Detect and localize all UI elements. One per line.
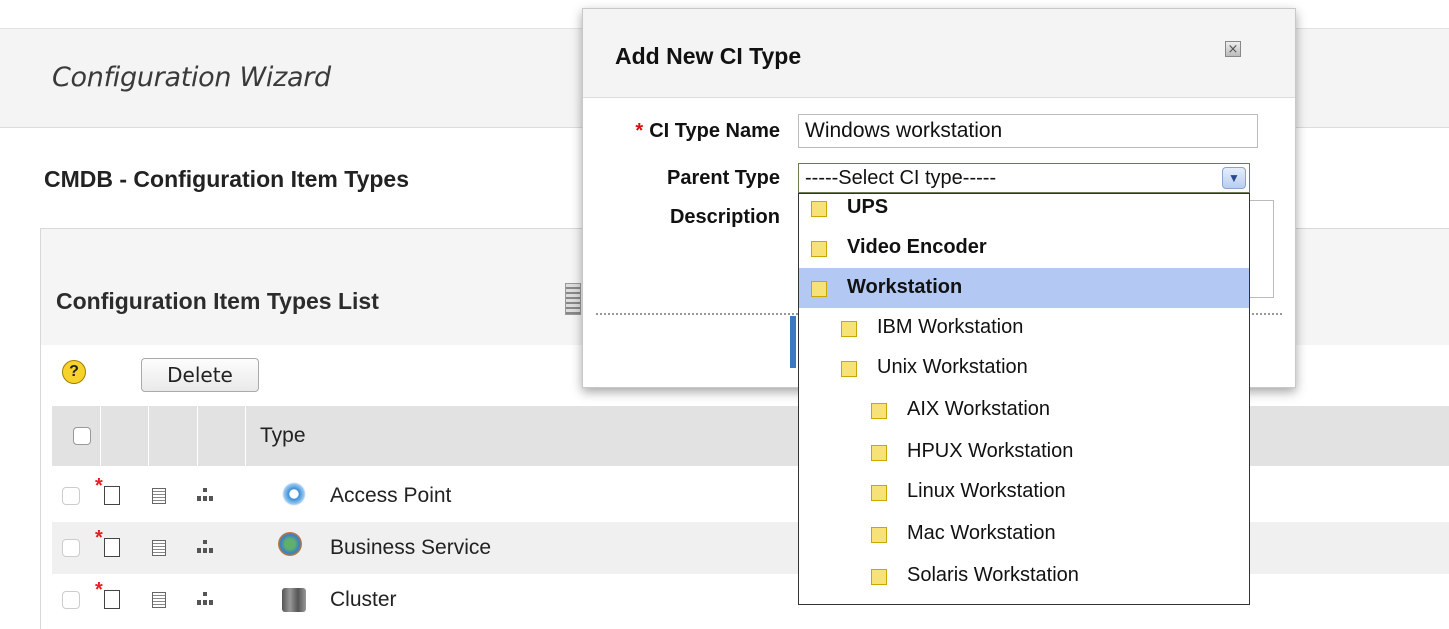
row-checkbox[interactable] (62, 487, 80, 505)
dropdown-option[interactable]: Unix Workstation (799, 348, 1249, 388)
dropdown-option[interactable]: Video Encoder (799, 228, 1249, 268)
close-icon[interactable]: × (1225, 41, 1241, 57)
access-point-icon (282, 482, 306, 506)
header-col-tree (198, 406, 246, 466)
details-icon[interactable] (152, 540, 166, 556)
description-textarea[interactable] (1248, 200, 1274, 298)
hierarchy-icon[interactable] (197, 592, 213, 606)
hierarchy-icon[interactable] (197, 488, 213, 502)
row-checkbox[interactable] (62, 591, 80, 609)
parent-type-select[interactable]: -----Select CI type----- ▼ (798, 163, 1250, 193)
hierarchy-icon[interactable] (197, 540, 213, 554)
option-label: Video Encoder (847, 236, 987, 258)
dropdown-option[interactable]: Mac Workstation (799, 514, 1249, 554)
folder-icon (871, 485, 887, 501)
details-icon[interactable] (152, 592, 166, 608)
dropdown-option-selected[interactable]: Workstation (799, 268, 1249, 308)
row-checkbox[interactable] (62, 539, 80, 557)
row-label[interactable]: Cluster (330, 588, 397, 612)
select-all-checkbox[interactable] (73, 427, 91, 445)
dropdown-option[interactable]: Linux Workstation (799, 472, 1249, 512)
option-label: Unix Workstation (877, 356, 1028, 378)
folder-icon (811, 201, 827, 217)
ci-type-name-label: * CI Type Name (590, 120, 780, 143)
business-service-icon (278, 532, 302, 556)
help-icon[interactable]: ? (62, 360, 86, 384)
dropdown-option[interactable]: HPUX Workstation (799, 432, 1249, 472)
header-col-details (149, 406, 198, 466)
folder-icon (871, 445, 887, 461)
header-col-new (101, 406, 149, 466)
film-strip-icon[interactable] (565, 283, 581, 315)
folder-icon (871, 403, 887, 419)
folder-icon (811, 241, 827, 257)
row-label[interactable]: Business Service (330, 536, 491, 560)
folder-icon (841, 361, 857, 377)
page-title: CMDB - Configuration Item Types (44, 166, 410, 192)
option-label: IBM Workstation (877, 316, 1024, 338)
option-label: Mac Workstation (907, 522, 1056, 544)
dropdown-option[interactable]: IBM Workstation (799, 308, 1249, 348)
panel-title: Configuration Item Types List (56, 288, 379, 314)
folder-icon (871, 569, 887, 585)
wizard-title: Configuration Wizard (52, 62, 331, 93)
dropdown-option[interactable]: UPS (799, 194, 1249, 228)
folder-icon (811, 281, 827, 297)
cluster-icon (282, 588, 306, 612)
new-item-icon[interactable] (95, 579, 120, 609)
new-item-icon[interactable] (95, 527, 120, 557)
dialog-title: Add New CI Type (615, 43, 802, 69)
row-label[interactable]: Access Point (330, 484, 451, 508)
option-label: HPUX Workstation (907, 440, 1074, 462)
required-marker: * (635, 120, 644, 142)
option-label: AIX Workstation (907, 398, 1051, 420)
option-label: Linux Workstation (907, 480, 1066, 502)
chevron-down-icon[interactable]: ▼ (1222, 167, 1246, 189)
new-item-icon[interactable] (95, 475, 120, 505)
submit-button-edge[interactable] (790, 316, 796, 368)
parent-type-value: -----Select CI type----- (805, 167, 997, 189)
ci-type-name-input[interactable] (798, 114, 1258, 148)
ci-type-name-label-text: CI Type Name (649, 120, 780, 142)
dropdown-option[interactable]: Solaris Workstation (799, 556, 1249, 596)
folder-icon (871, 527, 887, 543)
column-header-type[interactable]: Type (260, 424, 306, 448)
description-label: Description (669, 206, 780, 228)
folder-icon (841, 321, 857, 337)
delete-button[interactable]: Delete (141, 358, 259, 392)
option-label: Solaris Workstation (907, 564, 1079, 586)
dropdown-option[interactable]: AIX Workstation (799, 390, 1249, 430)
option-label: UPS (847, 196, 889, 218)
option-label: Workstation (847, 276, 963, 298)
parent-type-dropdown[interactable]: UPS Video Encoder Workstation IBM Workst… (798, 193, 1250, 605)
parent-type-label: Parent Type (667, 167, 780, 189)
details-icon[interactable] (152, 488, 166, 504)
